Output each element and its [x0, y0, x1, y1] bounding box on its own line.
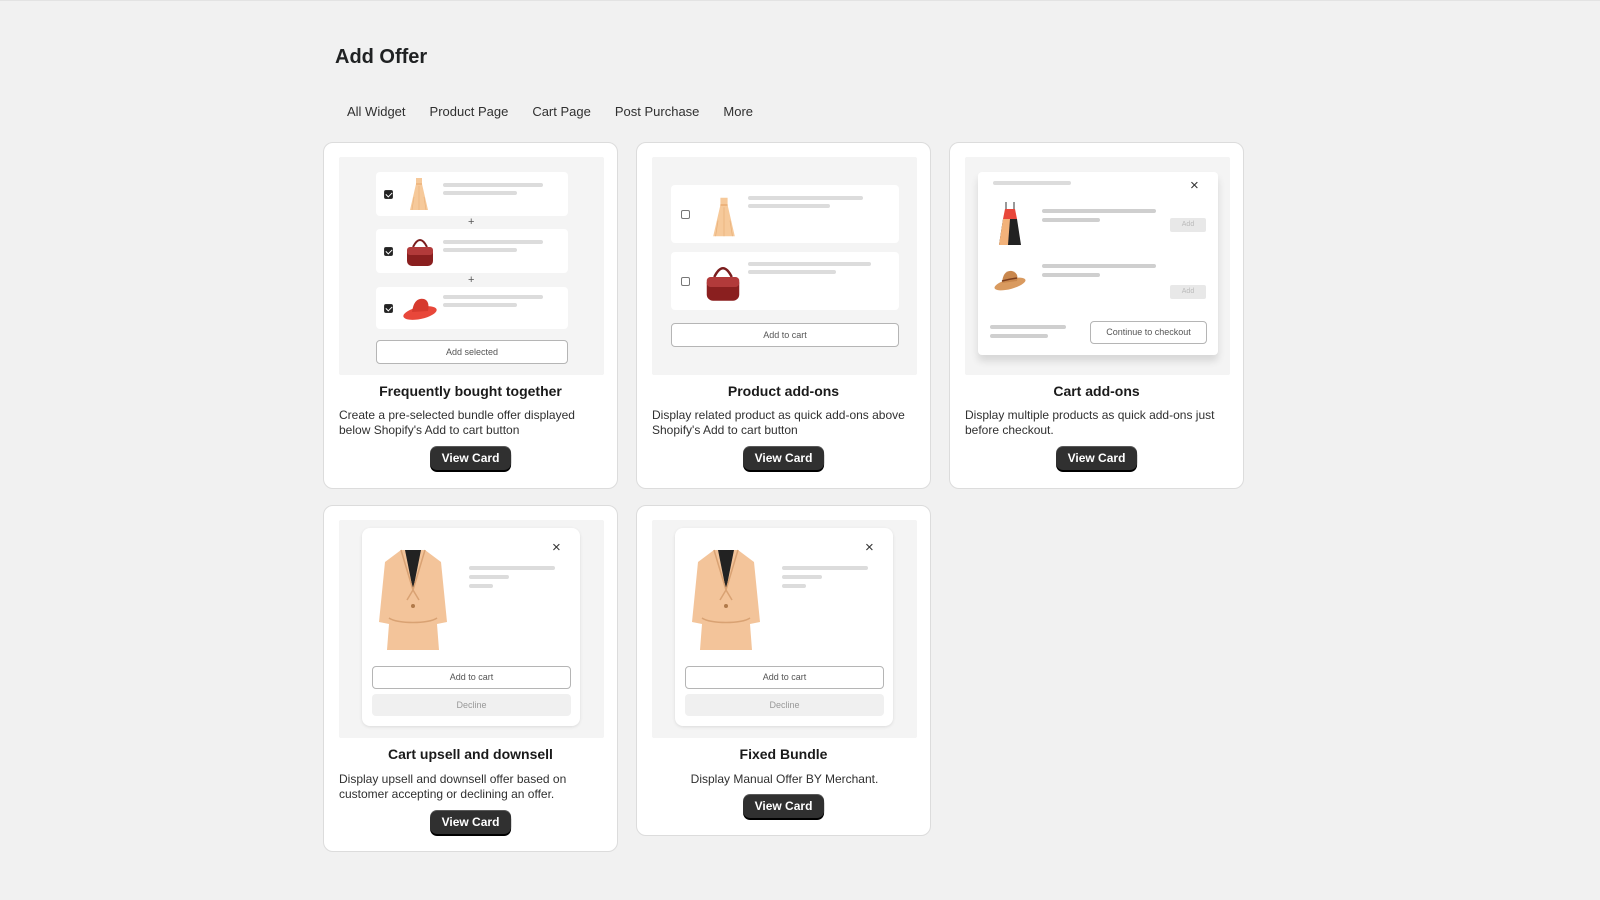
preview-bar: [469, 584, 493, 588]
card-preview: × Add to cart Decline: [652, 520, 917, 738]
preview-bar: [443, 191, 517, 195]
view-card-button[interactable]: View Card: [1055, 446, 1138, 470]
preview-upsell-popup: × Add to cart Decline: [362, 528, 580, 726]
dress-icon: [712, 195, 736, 239]
card-description: Display Manual Offer BY Merchant.: [690, 772, 879, 786]
view-card-button[interactable]: View Card: [429, 446, 512, 470]
dress-icon: [999, 201, 1021, 247]
card-frequently-bought-together: + + Add selected Frequently bought toget…: [323, 142, 618, 489]
preview-continue-to-checkout-button: Continue to checkout: [1090, 321, 1207, 344]
handbag-icon: [704, 262, 742, 302]
view-card-button[interactable]: View Card: [742, 794, 825, 818]
preview-cart-drawer: × Add Add Continue to checkout: [978, 172, 1218, 355]
card-title: Frequently bought together: [379, 383, 562, 399]
card-description: Display related product as quick add-ons…: [652, 408, 905, 437]
close-icon: ×: [865, 539, 874, 556]
dress-icon: [409, 177, 429, 211]
preview-plus: +: [468, 216, 475, 228]
card-description: Display upsell and downsell offer based …: [339, 772, 567, 801]
preview-bar: [748, 262, 871, 266]
tab-cart-page[interactable]: Cart Page: [520, 99, 603, 124]
view-card-button[interactable]: View Card: [742, 446, 825, 470]
preview-bar: [1042, 264, 1156, 268]
preview-bar: [782, 575, 822, 579]
checkbox-checked-icon: [384, 304, 393, 313]
coat-icon: [690, 548, 762, 652]
close-icon: ×: [1190, 177, 1199, 194]
tab-more[interactable]: More: [711, 99, 765, 124]
preview-item-row: [376, 229, 568, 273]
card-title: Cart add-ons: [1053, 383, 1140, 399]
card-description: Create a pre-selected bundle offer displ…: [339, 408, 575, 437]
card-preview: × Add to cart Decline: [339, 520, 604, 738]
preview-bar: [443, 303, 517, 307]
top-divider: [0, 0, 1600, 1]
preview-bar: [469, 575, 509, 579]
hat-icon: [402, 295, 438, 321]
close-icon: ×: [552, 539, 561, 556]
preview-bar: [782, 566, 868, 570]
card-title: Fixed Bundle: [739, 746, 828, 762]
card-product-add-ons: Add to cart Product add-ons Display rela…: [636, 142, 931, 489]
card-fixed-bundle: × Add to cart Decline Fixed Bundle Displ…: [636, 505, 931, 836]
page-title: Add Offer: [335, 46, 428, 68]
preview-bar: [748, 196, 863, 200]
handbag-icon: [405, 235, 435, 267]
preview-bar: [782, 584, 806, 588]
preview-bar: [1042, 218, 1100, 222]
preview-bundle-popup: × Add to cart Decline: [675, 528, 893, 726]
preview-bar: [469, 566, 555, 570]
card-cart-upsell-downsell: × Add to cart Decline Cart upsell and do…: [323, 505, 618, 852]
preview-add-to-cart-button: Add to cart: [671, 323, 899, 347]
preview-decline-button: Decline: [372, 694, 571, 716]
preview-bar: [443, 183, 543, 187]
preview-add-selected-button: Add selected: [376, 340, 568, 364]
page: Add Offer All Widget Product Page Cart P…: [0, 0, 1600, 900]
view-card-button[interactable]: View Card: [429, 810, 512, 834]
preview-bar: [443, 248, 517, 252]
preview-bar: [748, 270, 836, 274]
checkbox-checked-icon: [384, 190, 393, 199]
card-preview: × Add Add Continue to checkout: [965, 157, 1230, 375]
checkbox-checked-icon: [384, 247, 393, 256]
card-cart-add-ons: × Add Add Continue to checkout Cart add-…: [949, 142, 1244, 489]
preview-add-button: Add: [1170, 218, 1206, 232]
preview-item-row: [376, 172, 568, 216]
preview-add-to-cart-button: Add to cart: [685, 666, 884, 689]
checkbox-empty-icon: [681, 210, 690, 219]
preview-item-row: [671, 252, 899, 310]
preview-add-to-cart-button: Add to cart: [372, 666, 571, 689]
preview-bar: [1042, 209, 1156, 213]
tab-post-purchase[interactable]: Post Purchase: [603, 99, 712, 124]
card-title: Product add-ons: [727, 383, 840, 399]
preview-bar: [748, 204, 830, 208]
widget-tabs: All Widget Product Page Cart Page Post P…: [335, 99, 765, 124]
tab-all-widget[interactable]: All Widget: [335, 99, 418, 124]
checkbox-empty-icon: [681, 277, 690, 286]
preview-item-row: [671, 185, 899, 243]
preview-plus: +: [468, 274, 475, 286]
hat-icon: [993, 266, 1027, 292]
preview-decline-button: Decline: [685, 694, 884, 716]
card-description: Display multiple products as quick add-o…: [965, 408, 1215, 437]
card-title: Cart upsell and downsell: [388, 746, 553, 762]
card-preview: + + Add selected: [339, 157, 604, 375]
preview-bar: [993, 181, 1071, 185]
preview-bar: [1042, 273, 1100, 277]
preview-bar: [990, 325, 1066, 329]
preview-bar: [443, 295, 543, 299]
card-preview: Add to cart: [652, 157, 917, 375]
preview-bar: [990, 334, 1048, 338]
preview-item-row: [376, 287, 568, 329]
preview-bar: [443, 240, 543, 244]
preview-add-button: Add: [1170, 285, 1206, 299]
coat-icon: [377, 548, 449, 652]
tab-product-page[interactable]: Product Page: [418, 99, 521, 124]
